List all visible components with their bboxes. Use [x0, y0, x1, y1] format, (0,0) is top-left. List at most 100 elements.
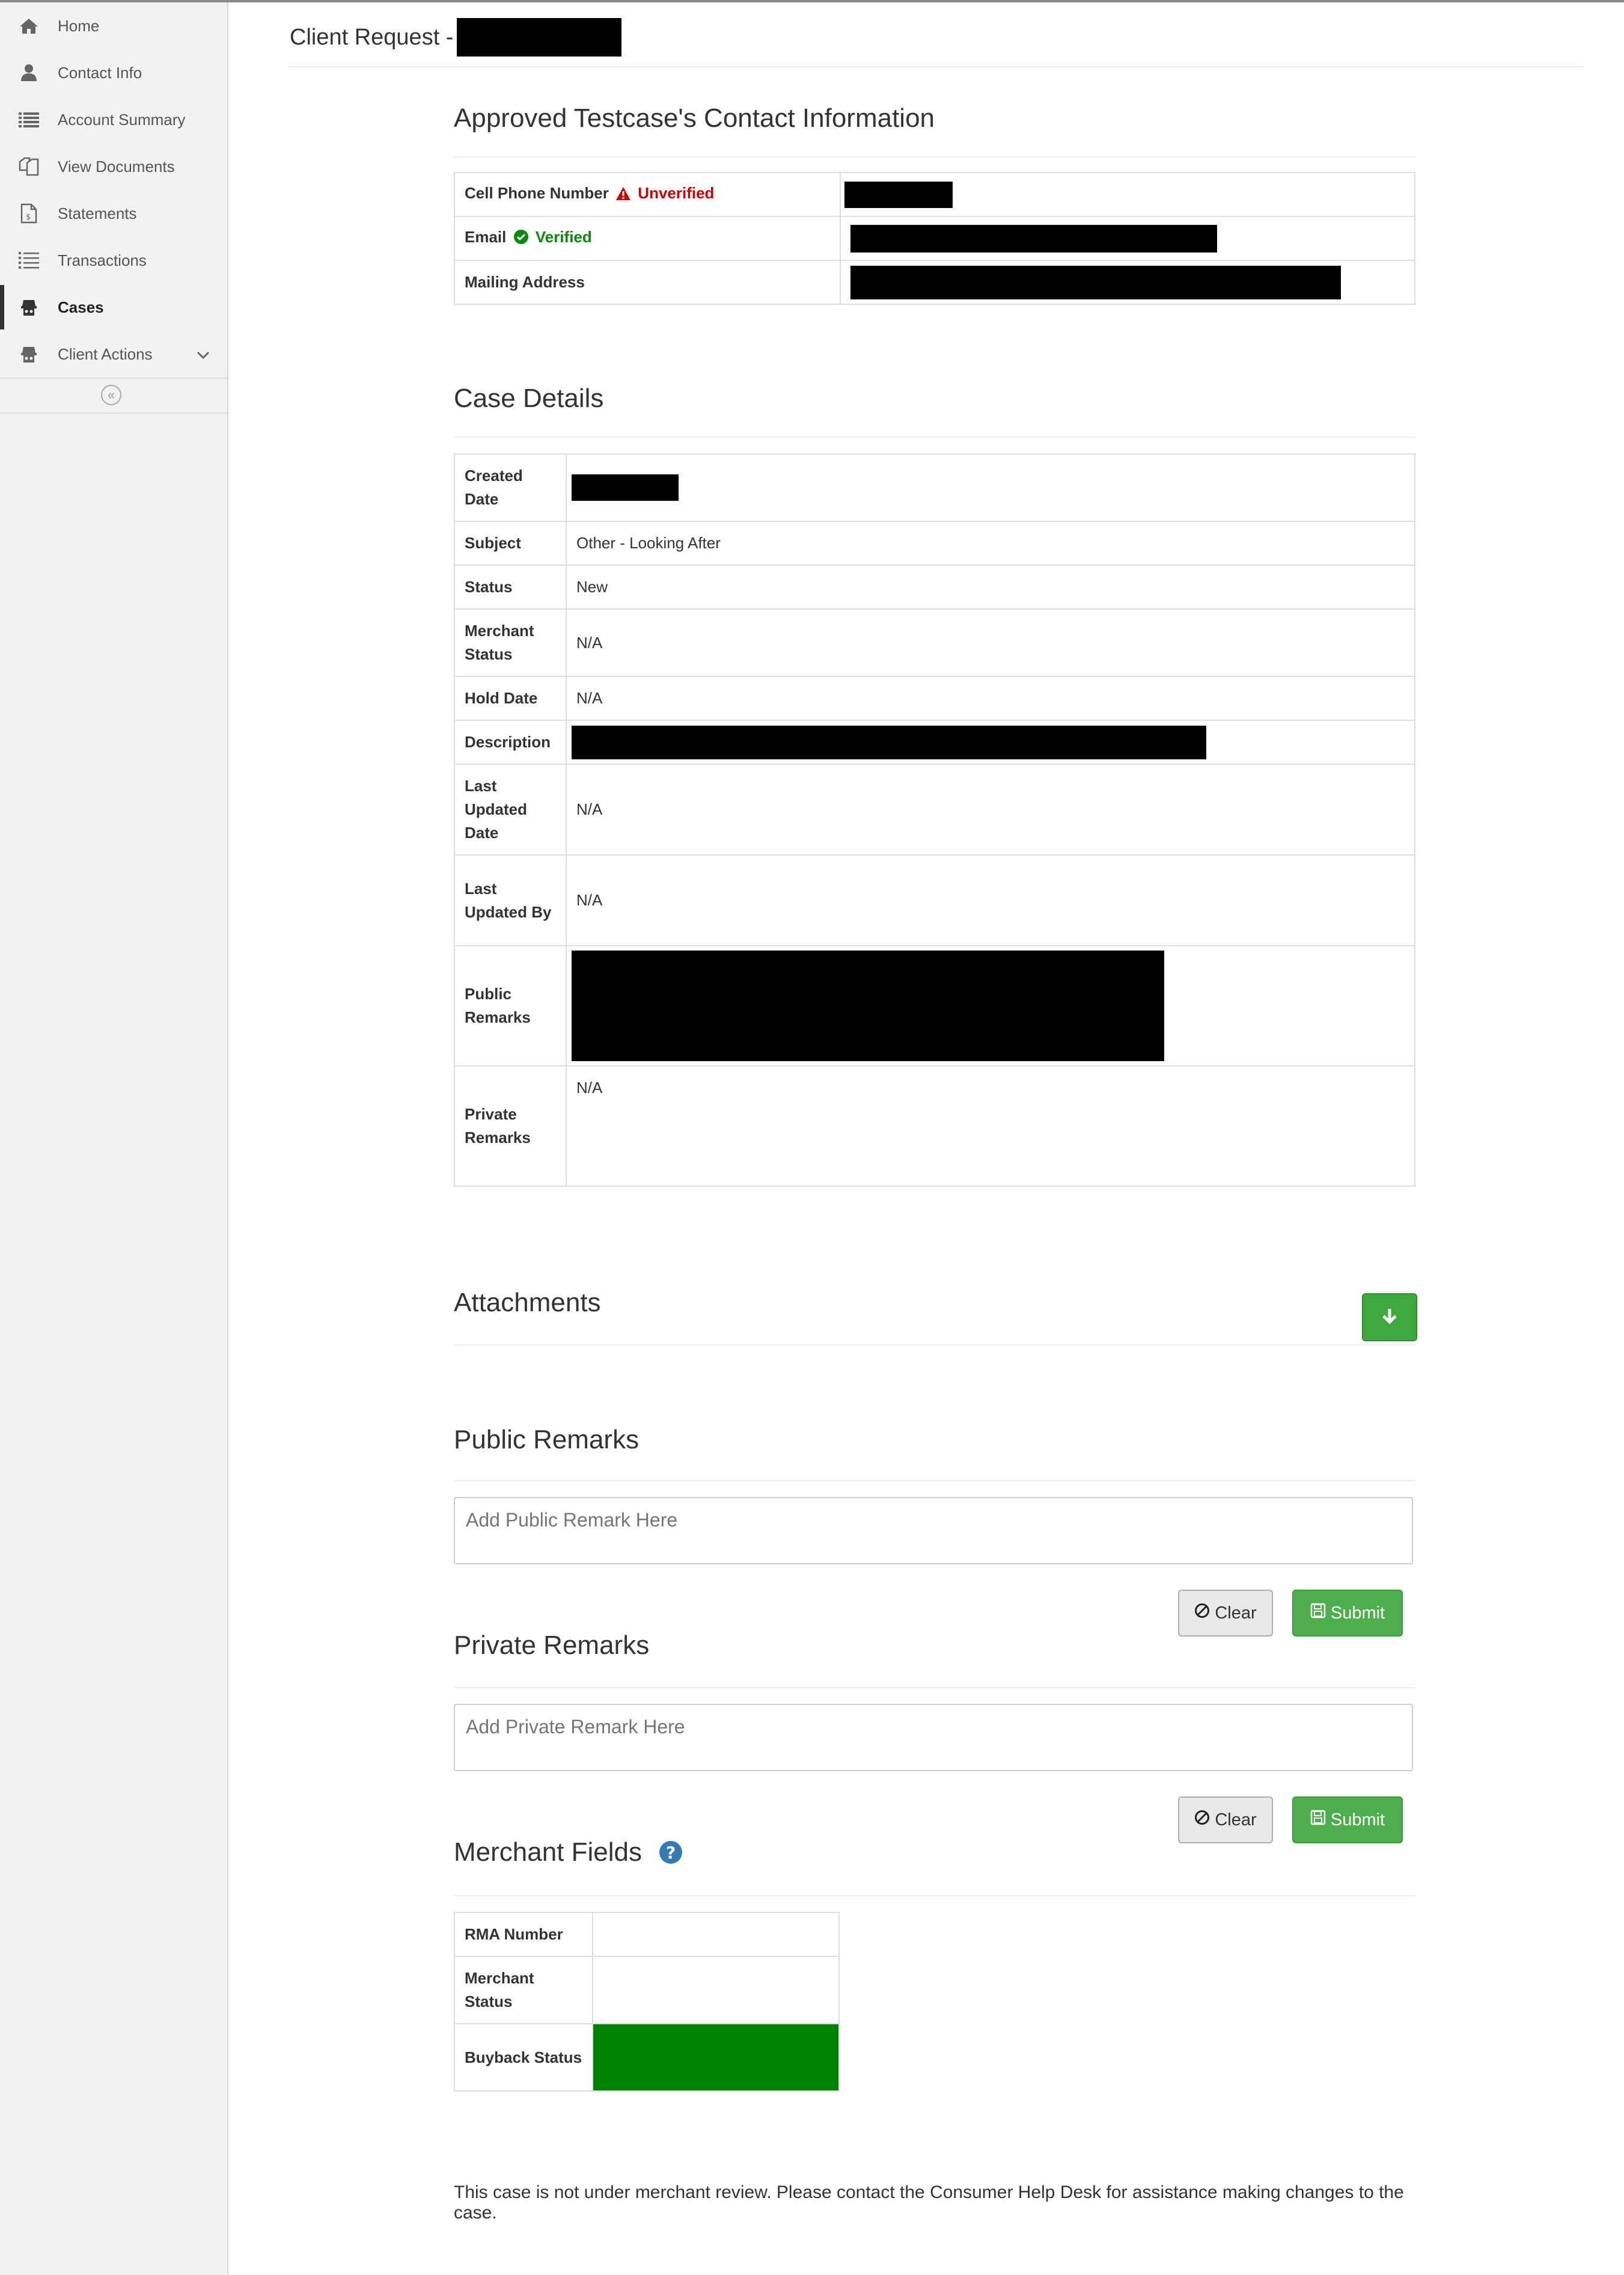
- table-row: Merchant Status N/A: [454, 608, 1415, 677]
- section-divider: [454, 436, 1415, 438]
- public-remarks-label: Public Remarks: [454, 945, 567, 1067]
- rma-number-label: RMA Number: [454, 1912, 593, 1957]
- status-label: Status: [454, 565, 567, 610]
- contact-section-title: Approved Testcase's Contact Information: [454, 103, 935, 133]
- private-remark-submit-button[interactable]: Submit: [1292, 1796, 1403, 1843]
- section-divider: [454, 1895, 1415, 1896]
- redacted-description: [572, 725, 1206, 759]
- clear-label: Clear: [1215, 1603, 1257, 1623]
- transactions-icon: [18, 250, 40, 271]
- warning-icon: [615, 184, 631, 207]
- table-row: Buyback Status: [454, 2023, 840, 2092]
- section-divider: [454, 1480, 1415, 1481]
- public-remarks-value: [566, 945, 1415, 1067]
- sidebar-item-label: Contact Info: [58, 63, 142, 82]
- help-icon[interactable]: ?: [659, 1840, 683, 1871]
- table-row: Created Date: [454, 453, 1415, 522]
- cell-phone-label: Cell Phone Number Unverified: [454, 172, 841, 217]
- table-row: Subject Other - Looking After: [454, 521, 1415, 566]
- redacted-phone: [844, 181, 953, 208]
- main-content: Client Request - Approved Testcase's Con…: [227, 2, 1624, 2275]
- rma-number-value: [592, 1912, 840, 1957]
- user-icon: [18, 63, 40, 83]
- table-row: Merchant Status: [454, 1956, 840, 2024]
- sidebar-item-label: Client Actions: [58, 344, 153, 363]
- merchant-status-label: Merchant Status: [454, 608, 567, 677]
- table-row: Cell Phone Number Unverified: [454, 172, 1415, 217]
- table-row: Email Verified: [454, 216, 1415, 261]
- page-title: Client Request -: [290, 18, 622, 57]
- redacted-created-date: [572, 474, 679, 501]
- svg-text:?: ?: [666, 1843, 676, 1863]
- mailing-address-value: [840, 260, 1415, 305]
- redacted-public-remarks: [572, 951, 1164, 1061]
- merchant-status-label: Merchant Status: [454, 1956, 593, 2024]
- email-value: [840, 216, 1415, 261]
- public-remark-input[interactable]: [454, 1497, 1413, 1564]
- sidebar-item-view-documents[interactable]: View Documents: [0, 143, 227, 190]
- sidebar-item-contact-info[interactable]: Contact Info: [0, 49, 227, 96]
- chevron-down-icon[interactable]: [195, 346, 212, 363]
- email-label: Email Verified: [454, 216, 841, 261]
- section-divider: [454, 1687, 1415, 1688]
- ban-icon: [1194, 1603, 1215, 1623]
- list-icon: [18, 109, 40, 130]
- hold-date-value: N/A: [566, 676, 1415, 721]
- sidebar-item-cases[interactable]: Cases: [0, 284, 227, 331]
- documents-icon: [18, 156, 40, 177]
- merchant-status-value: [592, 1956, 840, 2024]
- attachments-section-title: Attachments: [454, 1288, 601, 1317]
- private-remarks-label: Private Remarks: [454, 1065, 567, 1187]
- table-row: Last Updated Date N/A: [454, 764, 1415, 856]
- private-remark-input[interactable]: [454, 1704, 1413, 1771]
- public-remark-submit-button[interactable]: Submit: [1292, 1590, 1403, 1637]
- buyback-status-value: [592, 2023, 840, 2092]
- redacted-address: [850, 265, 1341, 299]
- sidebar-item-label: Home: [58, 16, 100, 35]
- table-row: Hold Date N/A: [454, 676, 1415, 721]
- public-remark-clear-button[interactable]: Clear: [1178, 1590, 1273, 1637]
- table-row: Private Remarks N/A: [454, 1065, 1415, 1187]
- created-date-value: [566, 453, 1415, 522]
- sidebar-item-statements[interactable]: $ Statements: [0, 190, 227, 237]
- verified-check-icon: [513, 228, 529, 251]
- cell-phone-value: [840, 172, 1415, 217]
- redacted-email: [850, 224, 1217, 253]
- description-value: [566, 720, 1415, 765]
- last-updated-by-value: N/A: [566, 854, 1415, 946]
- merchant-fields-table: RMA Number Merchant Status Buyback Statu…: [454, 1912, 840, 2092]
- clear-label: Clear: [1215, 1810, 1257, 1829]
- submit-label: Submit: [1330, 1810, 1385, 1829]
- page-header: Client Request -: [288, 2, 1583, 67]
- last-updated-by-label: Last Updated By: [454, 854, 567, 946]
- submit-label: Submit: [1330, 1603, 1385, 1623]
- collapse-sidebar-icon[interactable]: «: [101, 385, 121, 405]
- table-row: Mailing Address: [454, 260, 1415, 305]
- download-attachments-button[interactable]: [1362, 1293, 1417, 1341]
- section-divider: [454, 1344, 1415, 1346]
- sidebar-item-label: Statements: [58, 204, 137, 222]
- cases-icon: [18, 297, 40, 317]
- private-remarks-value: N/A: [566, 1065, 1415, 1187]
- table-row: Description: [454, 720, 1415, 765]
- save-icon: [1310, 1810, 1331, 1830]
- page-title-text: Client Request -: [290, 24, 454, 50]
- table-row: Public Remarks: [454, 945, 1415, 1067]
- case-details-table: Created Date Subject Other - Looking Aft…: [454, 453, 1415, 1187]
- table-row: RMA Number: [454, 1912, 840, 1957]
- statement-icon: $: [18, 203, 40, 224]
- sidebar-item-account-summary[interactable]: Account Summary: [0, 96, 227, 143]
- description-label: Description: [454, 720, 567, 765]
- sidebar-item-label: View Documents: [58, 157, 175, 176]
- arrow-down-icon: [1381, 1306, 1399, 1329]
- sidebar-item-home[interactable]: Home: [0, 2, 227, 49]
- unverified-badge: Unverified: [638, 184, 715, 202]
- case-section-title: Case Details: [454, 384, 604, 413]
- ban-icon: [1194, 1810, 1215, 1830]
- sidebar-collapse-row: «: [0, 378, 227, 414]
- sidebar-item-client-actions[interactable]: Client Actions: [0, 331, 227, 378]
- sidebar-item-transactions[interactable]: Transactions: [0, 237, 227, 284]
- private-remark-clear-button[interactable]: Clear: [1178, 1796, 1273, 1843]
- home-icon: [18, 16, 40, 36]
- section-divider: [454, 156, 1415, 158]
